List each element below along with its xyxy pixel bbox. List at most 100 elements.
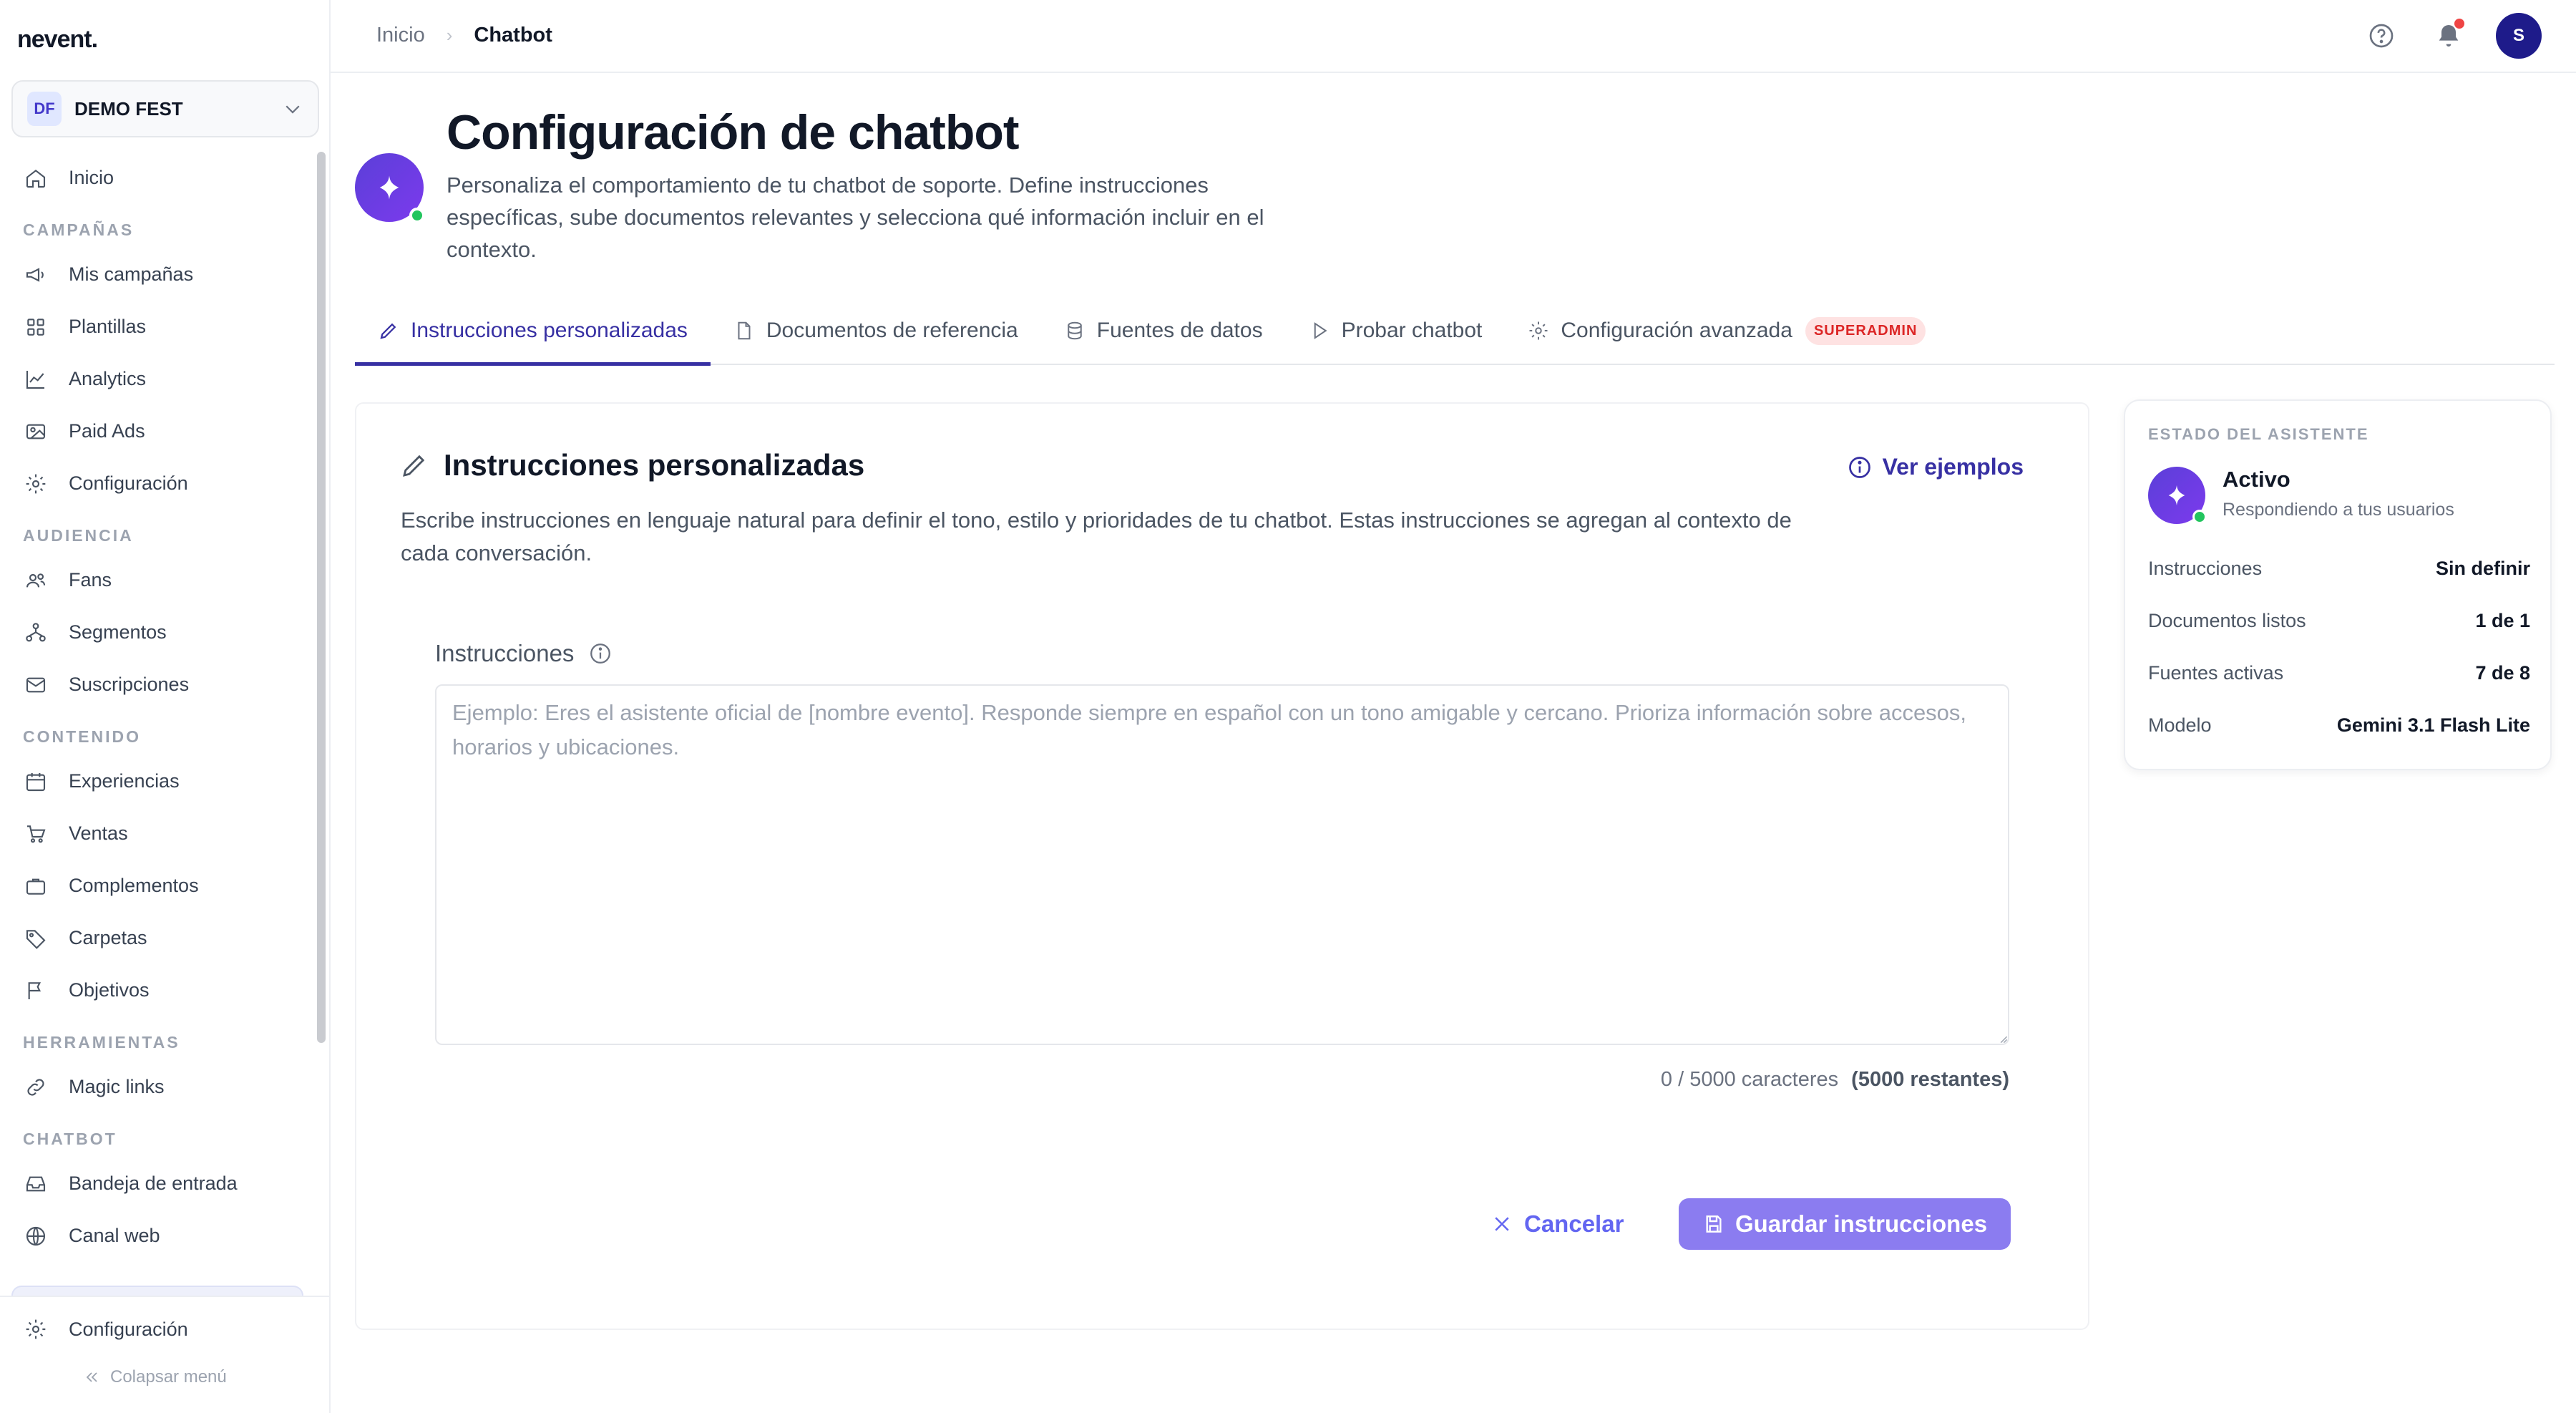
collapse-menu-button[interactable]: Colapsar menú — [83, 1367, 227, 1387]
gear-icon — [26, 1319, 46, 1339]
tab-label: Configuración avanzada — [1561, 319, 1792, 342]
calendar-icon — [26, 772, 46, 791]
sidebar-item-plantillas[interactable]: Plantillas — [0, 301, 315, 353]
database-icon — [1068, 321, 1082, 340]
notifications-button[interactable] — [2434, 19, 2464, 50]
sidebar-item-label: Canal web — [69, 1225, 160, 1246]
sidebar-footer-settings[interactable]: Configuración — [0, 1297, 329, 1361]
topbar: Inicio › Chatbot S — [331, 0, 2576, 73]
sidebar-item-bandeja-de-entrada[interactable]: Bandeja de entrada — [0, 1157, 315, 1210]
tab-probar-chatbot[interactable]: Probar chatbot — [1286, 297, 1506, 364]
view-examples-link[interactable]: Ver ejemplos — [1847, 454, 2024, 480]
tab-documentos-de-referencia[interactable]: Documentos de referencia — [711, 297, 1041, 364]
sidebar-item-label: Magic links — [69, 1076, 165, 1097]
help-button[interactable] — [2367, 21, 2396, 50]
sidebar-item-ventas[interactable]: Ventas — [0, 807, 315, 860]
inbox-icon — [26, 1176, 46, 1191]
online-status-dot — [409, 208, 425, 223]
sidebar-item-paid-ads[interactable]: Paid Ads — [0, 405, 315, 457]
sidebar-item-label: Complementos — [69, 875, 199, 896]
sidebar-item-label: Bandeja de entrada — [69, 1172, 238, 1194]
status-row-value: 1 de 1 — [2475, 610, 2530, 631]
sparkle-icon — [2168, 485, 2185, 506]
grid-icon — [27, 318, 44, 336]
sidebar-section-contenido: CONTENIDO — [23, 727, 141, 746]
sidebar-item-suscripciones[interactable]: Suscripciones — [0, 659, 315, 711]
status-row: Fuentes activas 7 de 8 — [2148, 647, 2530, 699]
sidebar-scrollbar[interactable] — [317, 152, 326, 1043]
sidebar-active-item-edge — [11, 1286, 303, 1296]
instructions-card: Instrucciones personalizadas Ver ejemplo… — [355, 402, 2089, 1330]
sidebar-nav: Inicio CAMPAÑAS Mis campañas Plantillas … — [0, 152, 315, 1262]
sidebar-item-segmentos[interactable]: Segmentos — [0, 606, 315, 659]
sidebar-item-label: Segmentos — [69, 621, 167, 643]
image-icon — [26, 424, 46, 439]
sidebar-item-label: Configuración — [69, 472, 188, 494]
topbar-actions: S — [2328, 13, 2542, 59]
characters-remaining: (5000 restantes) — [1851, 1068, 2009, 1091]
cancel-button[interactable]: Cancelar — [1491, 1198, 1624, 1250]
sidebar-item-objetivos[interactable]: Objetivos — [0, 964, 315, 1016]
status-card-title: ESTADO DEL ASISTENTE — [2148, 425, 2369, 443]
sidebar-item-mis-campanas[interactable]: Mis campañas — [0, 248, 315, 301]
cancel-button-label: Cancelar — [1524, 1210, 1624, 1237]
org-initials-badge: DF — [27, 92, 62, 126]
link-icon — [27, 1078, 44, 1096]
tab-instrucciones-personalizadas[interactable]: Instrucciones personalizadas — [355, 297, 711, 366]
pencil-icon — [403, 455, 425, 477]
save-button-label: Guardar instrucciones — [1735, 1210, 1988, 1237]
home-icon — [26, 169, 46, 188]
help-circle-icon — [2369, 24, 2394, 48]
status-row-label: Modelo — [2148, 714, 2212, 736]
sidebar-item-experiencias[interactable]: Experiencias — [0, 755, 315, 807]
sidebar-item-label: Configuración — [69, 1318, 188, 1340]
org-switcher[interactable]: DF DEMO FEST — [11, 80, 319, 137]
sidebar-item-magic-links[interactable]: Magic links — [0, 1061, 315, 1113]
breadcrumb-separator-icon: › — [446, 24, 453, 46]
status-row: Instrucciones Sin definir — [2148, 543, 2530, 595]
tag-icon — [26, 929, 46, 949]
user-avatar[interactable]: S — [2496, 13, 2542, 59]
sidebar-item-label: Ventas — [69, 822, 128, 844]
sidebar-item-fans[interactable]: Fans — [0, 554, 315, 606]
status-row: Documentos listos 1 de 1 — [2148, 595, 2530, 647]
assistant-status-card: ESTADO DEL ASISTENTE Activo Respondiendo… — [2124, 399, 2552, 770]
document-icon — [738, 321, 751, 340]
settings-tabs: Instrucciones personalizadas Documentos … — [355, 297, 2555, 366]
sidebar-item-complementos[interactable]: Complementos — [0, 860, 315, 912]
status-row-label: Fuentes activas — [2148, 662, 2284, 684]
sidebar-item-analytics[interactable]: Analytics — [0, 353, 315, 405]
sidebar-item-label: Plantillas — [69, 316, 147, 337]
instructions-field-label: Instrucciones — [435, 640, 613, 667]
tab-fuentes-de-datos[interactable]: Fuentes de datos — [1041, 297, 1286, 364]
gear-icon — [1529, 321, 1548, 340]
breadcrumb-home[interactable]: Inicio — [376, 24, 425, 47]
sidebar-item-configuracion[interactable]: Configuración — [0, 457, 315, 510]
sidebar-item-label: Carpetas — [69, 927, 147, 948]
tab-configuracion-avanzada[interactable]: Configuración avanzada SUPERADMIN — [1505, 297, 1948, 364]
info-icon — [1848, 456, 1870, 478]
chevron-down-icon — [286, 105, 300, 114]
sidebar-item-inicio[interactable]: Inicio — [0, 152, 315, 204]
sidebar-item-label: Analytics — [69, 368, 147, 389]
character-counter: 0 / 5000 caracteres (5000 restantes) — [1661, 1068, 2009, 1092]
sidebar-item-label: Experiencias — [69, 770, 180, 792]
section-description: Escribe instrucciones en lenguaje natura… — [401, 508, 1792, 565]
hierarchy-icon — [26, 622, 46, 641]
briefcase-icon — [26, 878, 46, 895]
status-row-label: Instrucciones — [2148, 558, 2263, 579]
sidebar-footer: Configuración — [0, 1296, 329, 1361]
megaphone-icon — [26, 267, 44, 282]
info-icon[interactable] — [588, 641, 613, 666]
section-title: Instrucciones personalizadas — [444, 448, 865, 482]
save-instructions-button[interactable]: Guardar instrucciones — [1679, 1198, 2011, 1250]
resize-handle-icon[interactable] — [1998, 1034, 2008, 1044]
sidebar-item-carpetas[interactable]: Carpetas — [0, 912, 315, 964]
view-examples-label: Ver ejemplos — [1882, 454, 2024, 480]
page-title: Configuración de chatbot — [447, 105, 1020, 160]
instructions-textarea[interactable] — [435, 684, 2009, 1045]
character-count: 0 / 5000 caracteres — [1660, 1068, 1839, 1091]
notification-dot — [2454, 19, 2464, 29]
app-logo[interactable]: nevent. — [17, 26, 98, 54]
sidebar-item-canal-web[interactable]: Canal web — [0, 1210, 315, 1262]
